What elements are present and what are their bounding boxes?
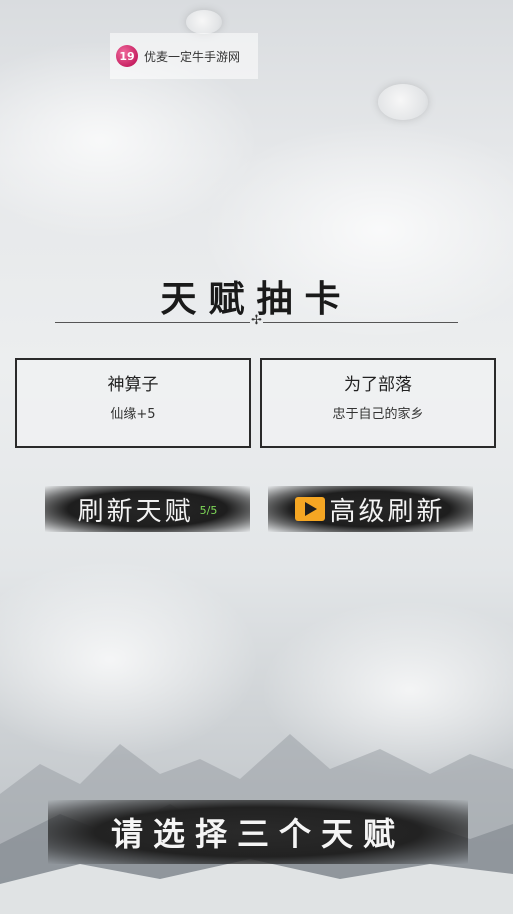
advanced-refresh-label: 高级刷新 xyxy=(329,496,446,527)
talent-card-desc: 仙缘+5 xyxy=(110,407,156,422)
background xyxy=(0,0,513,914)
moon-decoration xyxy=(186,10,222,34)
refresh-talent-label: 刷新天赋 xyxy=(77,496,194,527)
talent-card[interactable]: 为了部落 忠于自己的家乡 xyxy=(260,358,496,448)
moon-decoration xyxy=(378,84,428,120)
refresh-talent-button[interactable]: 刷新天赋 5/5 xyxy=(45,486,250,532)
watermark-text: 优麦一定牛手游网 xyxy=(144,49,241,64)
ornament-icon: ✢ xyxy=(251,313,262,328)
talent-card-name: 为了部落 xyxy=(344,375,412,395)
advanced-refresh-button[interactable]: 高级刷新 xyxy=(268,486,473,532)
mountain-decoration xyxy=(0,734,513,914)
talent-card-desc: 忠于自己的家乡 xyxy=(332,407,424,422)
select-talents-banner: 请选择三个天赋 xyxy=(48,800,468,864)
watermark: 19 优麦一定牛手游网 xyxy=(110,33,258,79)
watermark-logo-icon: 19 xyxy=(116,45,138,67)
video-play-icon xyxy=(295,497,326,521)
refresh-count: 5/5 xyxy=(199,503,218,517)
title-divider: ✢ xyxy=(55,313,458,328)
talent-card[interactable]: 神算子 仙缘+5 xyxy=(15,358,251,448)
talent-card-name: 神算子 xyxy=(107,375,159,395)
